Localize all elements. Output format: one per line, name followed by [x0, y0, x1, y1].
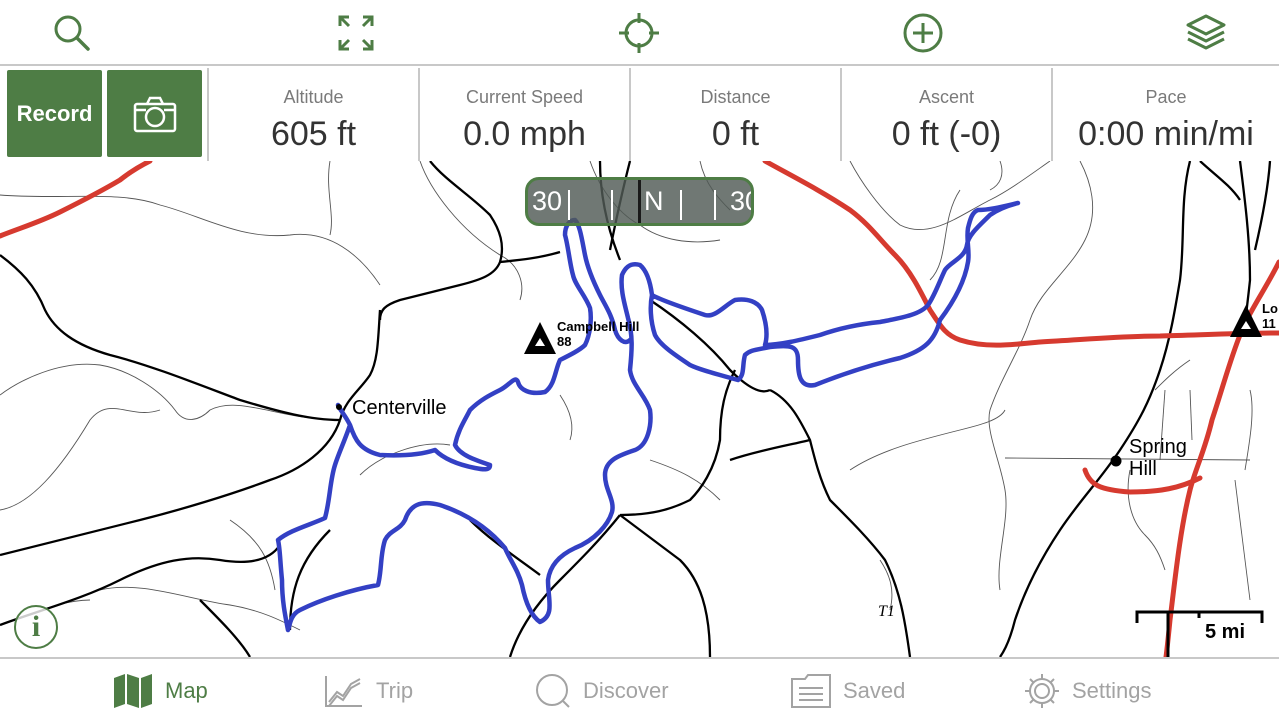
- peak-label-campbell: Campbell Hill 88: [557, 319, 639, 349]
- compass-north-label: N: [644, 186, 664, 216]
- peak-label-line: 88: [557, 334, 572, 349]
- stat-value: 0 ft (-0): [891, 115, 1002, 153]
- settings-gear-icon: [1025, 674, 1059, 708]
- locate-button[interactable]: [615, 10, 663, 56]
- peak-label-line: Lo: [1262, 301, 1278, 316]
- search-button[interactable]: [48, 10, 96, 56]
- place-label-line: Spring: [1129, 436, 1187, 458]
- stats-bar: Record Altitude 605 ft Current Speed 0.0…: [0, 68, 1279, 161]
- fullscreen-button[interactable]: [332, 10, 380, 56]
- info-icon: i: [31, 610, 41, 643]
- stat-value: 0:00 min/mi: [1078, 115, 1254, 153]
- map-view[interactable]: T1 30 N 30 Centerville Spring Hill Campb…: [0, 161, 1279, 657]
- stat-label: Ascent: [918, 87, 975, 107]
- info-button[interactable]: i: [14, 605, 58, 649]
- altitude-stat: Altitude 605 ft: [207, 68, 418, 161]
- expand-icon: [338, 15, 374, 51]
- tab-saved[interactable]: Saved: [791, 673, 905, 709]
- tab-label: Map: [165, 678, 208, 703]
- top-toolbar: [0, 0, 1279, 66]
- layers-button[interactable]: [1182, 10, 1230, 56]
- crosshair-icon: [619, 13, 659, 53]
- trip-chart-icon: [325, 676, 362, 707]
- distance-stat: Distance 0 ft: [629, 68, 840, 161]
- stat-label: Altitude: [283, 87, 344, 107]
- stat-label: Current Speed: [465, 87, 584, 107]
- tab-trip[interactable]: Trip: [324, 673, 413, 709]
- camera-icon: [133, 96, 176, 132]
- camera-button[interactable]: [107, 70, 202, 157]
- add-circle-icon: [903, 13, 943, 53]
- stat-value: 0.0 mph: [463, 115, 586, 153]
- map-canvas[interactable]: T1: [0, 161, 1279, 657]
- ascent-stat: Ascent 0 ft (-0): [840, 68, 1051, 161]
- record-button[interactable]: Record: [7, 70, 102, 157]
- saved-icon: [791, 674, 831, 708]
- compass-left-label: 30: [532, 186, 563, 216]
- scale-label: 5 mi: [1205, 621, 1246, 643]
- search-icon: [54, 15, 90, 51]
- svg-text:T1: T1: [878, 603, 895, 620]
- stat-value: 0 ft: [711, 115, 760, 153]
- add-button[interactable]: [899, 10, 947, 56]
- place-label-spring-hill: Spring Hill: [1129, 436, 1187, 480]
- compass-right-label: 30: [730, 186, 751, 216]
- pace-stat: Pace 0:00 min/mi: [1051, 68, 1279, 161]
- tab-label: Trip: [376, 678, 414, 703]
- tab-label: Discover: [583, 678, 669, 703]
- bottom-tab-bar: Map Trip Discover Saved Settings: [0, 657, 1279, 719]
- stat-label: Pace: [1145, 87, 1187, 107]
- place-label-centerville: Centerville: [352, 397, 447, 419]
- tab-settings[interactable]: Settings: [1024, 673, 1152, 709]
- compass-center-line: [638, 180, 641, 223]
- tab-label: Settings: [1072, 678, 1152, 703]
- layers-icon: [1186, 14, 1226, 50]
- peak-label-line: 11: [1262, 316, 1276, 331]
- speed-stat: Current Speed 0.0 mph: [418, 68, 629, 161]
- compass-heading-bar[interactable]: 30 N 30: [525, 177, 754, 226]
- peak-label-line: Campbell Hill: [557, 319, 640, 334]
- place-label-line: Hill: [1129, 458, 1157, 480]
- stat-value: 605 ft: [270, 115, 357, 153]
- map-icon: [114, 674, 152, 708]
- tab-discover[interactable]: Discover: [535, 673, 669, 709]
- tab-label: Saved: [843, 678, 906, 703]
- stat-label: Distance: [700, 87, 771, 107]
- tab-map[interactable]: Map: [113, 673, 208, 709]
- discover-icon: [536, 674, 570, 708]
- peak-label-right: Lo 11: [1262, 301, 1278, 331]
